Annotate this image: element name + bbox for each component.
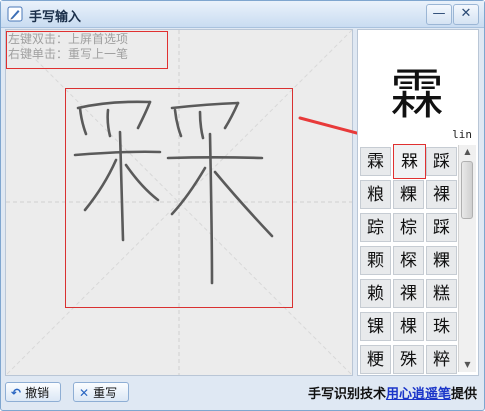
- scroll-down-arrow-icon[interactable]: ▼: [459, 358, 476, 372]
- candidate-2-0[interactable]: 踪: [360, 213, 391, 242]
- candidate-4-2[interactable]: 糕: [426, 279, 457, 308]
- rewrite-button[interactable]: ✕ 重写: [73, 382, 129, 402]
- candidate-1-2[interactable]: 裸: [426, 180, 457, 209]
- candidate-1-0[interactable]: 粮: [360, 180, 391, 209]
- candidate-0-0[interactable]: 霖: [360, 147, 391, 176]
- candidate-6-0[interactable]: 粳: [360, 345, 391, 374]
- candidate-4-0[interactable]: 赖: [360, 279, 391, 308]
- candidate-3-1[interactable]: 棎: [393, 246, 424, 275]
- undo-button[interactable]: ↶ 撤销: [5, 382, 61, 402]
- candidate-3-2[interactable]: 粿: [426, 246, 457, 275]
- candidate-scrollbar[interactable]: ▲ ▼: [458, 145, 476, 372]
- candidate-1-1[interactable]: 粿: [393, 180, 424, 209]
- candidate-5-0[interactable]: 锞: [360, 312, 391, 341]
- candidate-6-2[interactable]: 粹: [426, 345, 457, 374]
- undo-label: 撤销: [25, 386, 50, 400]
- candidate-5-2[interactable]: 珠: [426, 312, 457, 341]
- credit-prefix: 手写识别技术: [307, 387, 386, 402]
- preview-character: 霖: [390, 63, 444, 126]
- candidate-6-1[interactable]: 殊: [393, 345, 424, 374]
- candidate-3-0[interactable]: 颗: [360, 246, 391, 275]
- credit-suffix: 提供: [450, 387, 477, 402]
- scroll-up-arrow-icon[interactable]: ▲: [459, 145, 476, 159]
- credit-text: 手写识别技术用心逍遥笔提供: [308, 383, 477, 402]
- credit-link[interactable]: 用心逍遥笔: [386, 387, 451, 402]
- candidate-0-1[interactable]: 槑: [393, 144, 426, 179]
- candidate-4-1[interactable]: 祼: [393, 279, 424, 308]
- char-preview: 霖 lin: [358, 30, 476, 141]
- close-x-icon: ✕: [79, 386, 90, 400]
- candidate-2-2[interactable]: 踩: [426, 213, 457, 242]
- scroll-thumb[interactable]: [461, 161, 473, 219]
- candidate-0-2[interactable]: 踩: [426, 147, 457, 176]
- candidate-2-1[interactable]: 棕: [393, 213, 424, 242]
- preview-pinyin: lin: [452, 128, 472, 141]
- candidate-5-1[interactable]: 棵: [393, 312, 424, 341]
- rewrite-label: 重写: [93, 386, 118, 400]
- undo-icon: ↶: [11, 386, 22, 400]
